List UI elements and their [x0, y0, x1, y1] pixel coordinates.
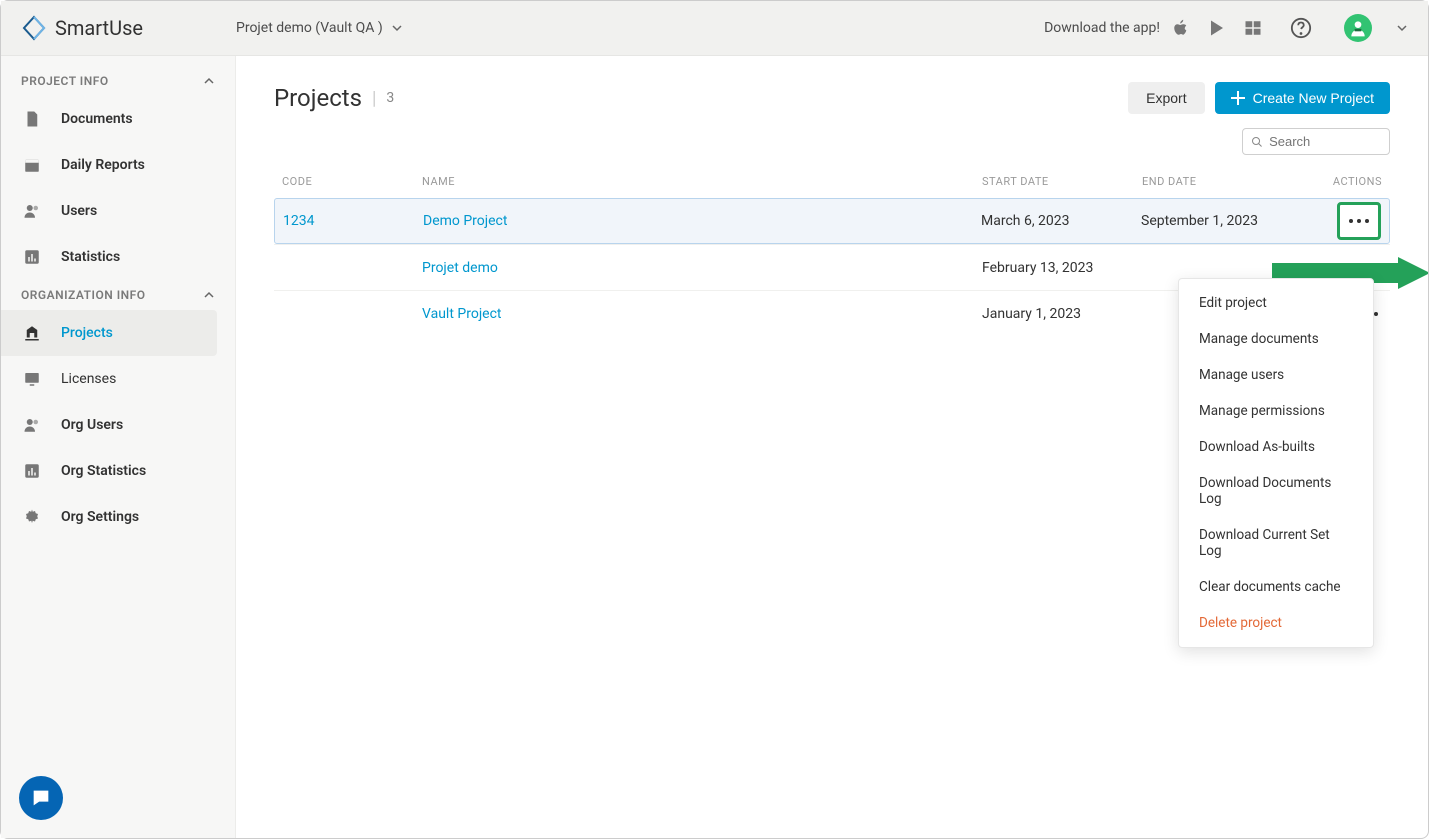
sidebar-item-licenses[interactable]: Licenses [1, 356, 235, 402]
sidebar-item-org-users[interactable]: Org Users [1, 402, 235, 448]
col-code: CODE [282, 175, 422, 188]
users-icon [23, 202, 41, 220]
avatar[interactable] [1344, 14, 1372, 42]
row-name[interactable]: Projet demo [422, 260, 982, 276]
create-project-button[interactable]: Create New Project [1215, 82, 1390, 114]
sidebar-item-label: Daily Reports [61, 157, 145, 173]
apple-icon[interactable] [1172, 19, 1190, 37]
search-box[interactable] [1242, 128, 1390, 155]
sidebar-item-users[interactable]: Users [1, 188, 235, 234]
page-title: Projects [274, 84, 362, 112]
chart-icon [23, 462, 41, 480]
chevron-up-icon [203, 75, 215, 87]
help-icon[interactable] [1290, 17, 1312, 39]
monitor-icon [23, 370, 41, 388]
row-actions-button[interactable] [1337, 202, 1381, 240]
sidebar-item-label: Statistics [61, 249, 120, 265]
menu-download-docs-log[interactable]: Download Documents Log [1179, 465, 1373, 517]
table-row[interactable]: 1234 Demo Project March 6, 2023 Septembe… [274, 198, 1390, 244]
table-header: CODE NAME START DATE END DATE ACTIONS [274, 165, 1390, 198]
chat-icon [30, 787, 52, 809]
plus-icon [1231, 91, 1245, 105]
calendar-icon [23, 156, 41, 174]
project-selector[interactable]: Projet demo (Vault QA ) [236, 20, 403, 36]
content-header: Projects | 3 Export Create New Project [274, 82, 1390, 114]
menu-manage-documents[interactable]: Manage documents [1179, 321, 1373, 357]
menu-edit-project[interactable]: Edit project [1179, 285, 1373, 321]
menu-clear-cache[interactable]: Clear documents cache [1179, 569, 1373, 605]
top-bar: SmartUse Projet demo (Vault QA ) Downloa… [1, 1, 1428, 56]
sidebar-item-label: Org Users [61, 417, 123, 433]
row-code[interactable]: 1234 [283, 213, 423, 229]
sidebar-item-label: Projects [61, 325, 113, 341]
export-button[interactable]: Export [1128, 82, 1204, 114]
sidebar-item-label: Org Settings [61, 509, 139, 525]
document-icon [23, 110, 41, 128]
sidebar: PROJECT INFO Documents Daily Reports Use… [1, 56, 236, 838]
sidebar-section-label: ORGANIZATION INFO [21, 288, 146, 302]
sidebar-item-org-settings[interactable]: Org Settings [1, 494, 235, 540]
google-play-icon[interactable] [1208, 19, 1226, 37]
avatar-chevron-icon[interactable] [1396, 22, 1408, 34]
menu-download-current-set-log[interactable]: Download Current Set Log [1179, 517, 1373, 569]
gear-icon [23, 508, 41, 526]
users-icon [23, 416, 41, 434]
count-separator: | [372, 88, 376, 109]
row-context-menu: Edit project Manage documents Manage use… [1178, 278, 1374, 648]
row-end-date: September 1, 2023 [1141, 213, 1321, 229]
menu-manage-users[interactable]: Manage users [1179, 357, 1373, 393]
chat-widget[interactable] [19, 776, 63, 820]
chevron-down-icon [391, 22, 403, 34]
sidebar-item-documents[interactable]: Documents [1, 96, 235, 142]
sidebar-item-statistics[interactable]: Statistics [1, 234, 235, 280]
sidebar-item-projects[interactable]: Projects [1, 310, 217, 356]
col-start: START DATE [982, 175, 1142, 188]
menu-manage-permissions[interactable]: Manage permissions [1179, 393, 1373, 429]
platform-icons [1172, 14, 1408, 42]
sidebar-section-org-info[interactable]: ORGANIZATION INFO [1, 280, 235, 310]
row-start-date: January 1, 2023 [982, 306, 1142, 322]
sidebar-section-label: PROJECT INFO [21, 74, 109, 88]
sidebar-section-project-info[interactable]: PROJECT INFO [1, 66, 235, 96]
col-name: NAME [422, 175, 982, 188]
sidebar-item-label: Org Statistics [61, 463, 146, 479]
avatar-icon [1348, 18, 1368, 38]
chart-icon [23, 248, 41, 266]
col-end: END DATE [1142, 175, 1322, 188]
row-name[interactable]: Demo Project [423, 213, 981, 229]
sidebar-item-label: Licenses [61, 371, 116, 387]
project-count: 3 [386, 90, 394, 106]
chevron-up-icon [203, 289, 215, 301]
create-project-label: Create New Project [1253, 90, 1374, 106]
row-name[interactable]: Vault Project [422, 306, 982, 322]
col-actions: ACTIONS [1322, 175, 1382, 188]
windows-icon[interactable] [1244, 19, 1262, 37]
logo-text: SmartUse [55, 16, 143, 40]
menu-delete-project[interactable]: Delete project [1179, 605, 1373, 641]
projects-icon [23, 324, 41, 342]
logo-icon [21, 15, 47, 41]
project-selector-label: Projet demo (Vault QA ) [236, 20, 383, 36]
sidebar-item-daily-reports[interactable]: Daily Reports [1, 142, 235, 188]
content-area: Projects | 3 Export Create New Project C… [236, 56, 1428, 838]
search-input[interactable] [1269, 134, 1381, 149]
sidebar-item-org-statistics[interactable]: Org Statistics [1, 448, 235, 494]
row-start-date: February 13, 2023 [982, 260, 1142, 276]
menu-download-as-builts[interactable]: Download As-builts [1179, 429, 1373, 465]
search-icon [1251, 135, 1263, 149]
sidebar-item-label: Users [61, 203, 97, 219]
row-start-date: March 6, 2023 [981, 213, 1141, 229]
sidebar-item-label: Documents [61, 111, 133, 127]
logo[interactable]: SmartUse [21, 15, 236, 41]
download-app-label: Download the app! [1044, 20, 1160, 36]
